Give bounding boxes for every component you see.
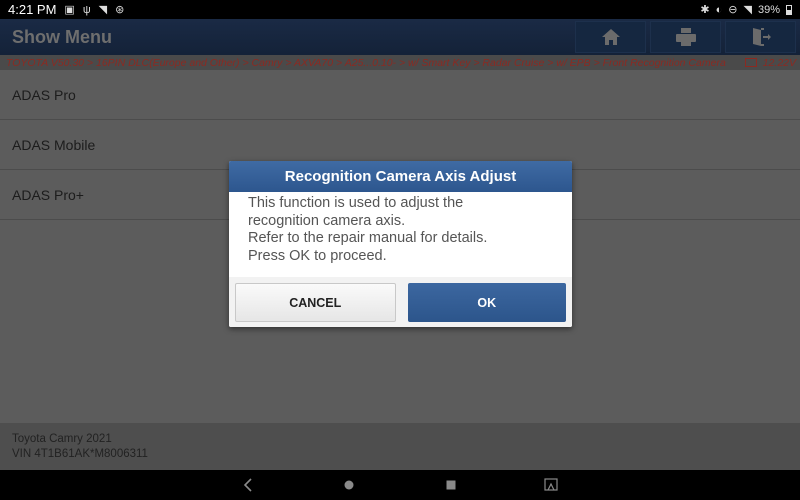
accessibility-icon: ⊛	[115, 4, 125, 16]
cancel-button[interactable]: CANCEL	[235, 283, 396, 322]
menu-item-label: ADAS Pro	[12, 86, 76, 103]
bluetooth-icon: ✱	[700, 4, 710, 16]
status-time: 4:21 PM	[8, 2, 57, 17]
nav-screenshot-button[interactable]	[543, 477, 559, 493]
vehicle-model: Toyota Camry 2021	[12, 433, 112, 445]
vehicle-vin: VIN 4T1B61AK*M8006311	[12, 448, 148, 460]
home-button[interactable]	[575, 21, 646, 53]
car-battery-icon	[744, 58, 757, 67]
image-icon: ▣	[64, 4, 75, 16]
screenshot-icon	[544, 478, 558, 491]
dialog-actions: CANCEL OK	[229, 277, 572, 327]
home-circle-icon	[344, 480, 354, 490]
vehicle-info: Toyota Camry 2021 VIN 4T1B61AK*M8006311	[0, 423, 800, 470]
wifi-icon: ◥	[743, 4, 752, 16]
page-title: Show Menu	[12, 26, 112, 47]
screen: 4:21 PM ▣ ψ ◥ ⊛ ✱ ◐ ⊖ ◥ 39% Show Menu TO…	[0, 0, 800, 500]
menu-item-label: ADAS Pro+	[12, 186, 84, 203]
menu-item-label: ADAS Mobile	[12, 136, 96, 153]
battery-voltage: 12.22V	[762, 56, 796, 69]
printer-icon	[675, 28, 696, 46]
menu-item-adas-pro[interactable]: ADAS Pro	[0, 70, 800, 120]
dialog-line: This function is used to adjust the	[248, 195, 464, 211]
breadcrumb: TOYOTA V50.30 > 16PIN DLC(Europe and Oth…	[0, 55, 800, 70]
exit-icon	[752, 28, 771, 46]
exit-button[interactable]	[725, 21, 796, 53]
nav-recents-button[interactable]	[443, 477, 459, 493]
do-not-disturb-icon: ⊖	[728, 4, 738, 16]
nav-back-button[interactable]	[240, 477, 256, 493]
print-button[interactable]	[650, 21, 721, 53]
axis-adjust-dialog: Recognition Camera Axis Adjust This func…	[229, 161, 572, 327]
battery-percent: 39%	[757, 3, 780, 16]
android-nav-bar	[0, 470, 800, 500]
nav-home-button[interactable]	[341, 477, 357, 493]
dialog-line: recognition camera axis.	[248, 212, 406, 229]
vibrate-icon: ◐	[715, 3, 723, 16]
dialog-line: Press OK to proceed.	[248, 247, 387, 264]
dialog-message: This function is used to adjust the reco…	[229, 192, 572, 277]
dialog-line: Refer to the repair manual for details.	[248, 230, 488, 246]
home-icon	[601, 29, 620, 45]
dialog-title: Recognition Camera Axis Adjust	[229, 161, 572, 192]
ok-button[interactable]: OK	[407, 283, 566, 322]
app-header: Show Menu	[0, 19, 800, 55]
wifi-weak-icon: ◥	[98, 4, 108, 16]
status-bar: 4:21 PM ▣ ψ ◥ ⊛ ✱ ◐ ⊖ ◥ 39%	[0, 0, 800, 19]
back-icon	[243, 478, 252, 492]
usb-debug-icon: ψ	[82, 3, 91, 16]
breadcrumb-path: TOYOTA V50.30 > 16PIN DLC(Europe and Oth…	[6, 56, 726, 69]
battery-icon	[786, 4, 792, 15]
recents-icon	[446, 480, 456, 490]
